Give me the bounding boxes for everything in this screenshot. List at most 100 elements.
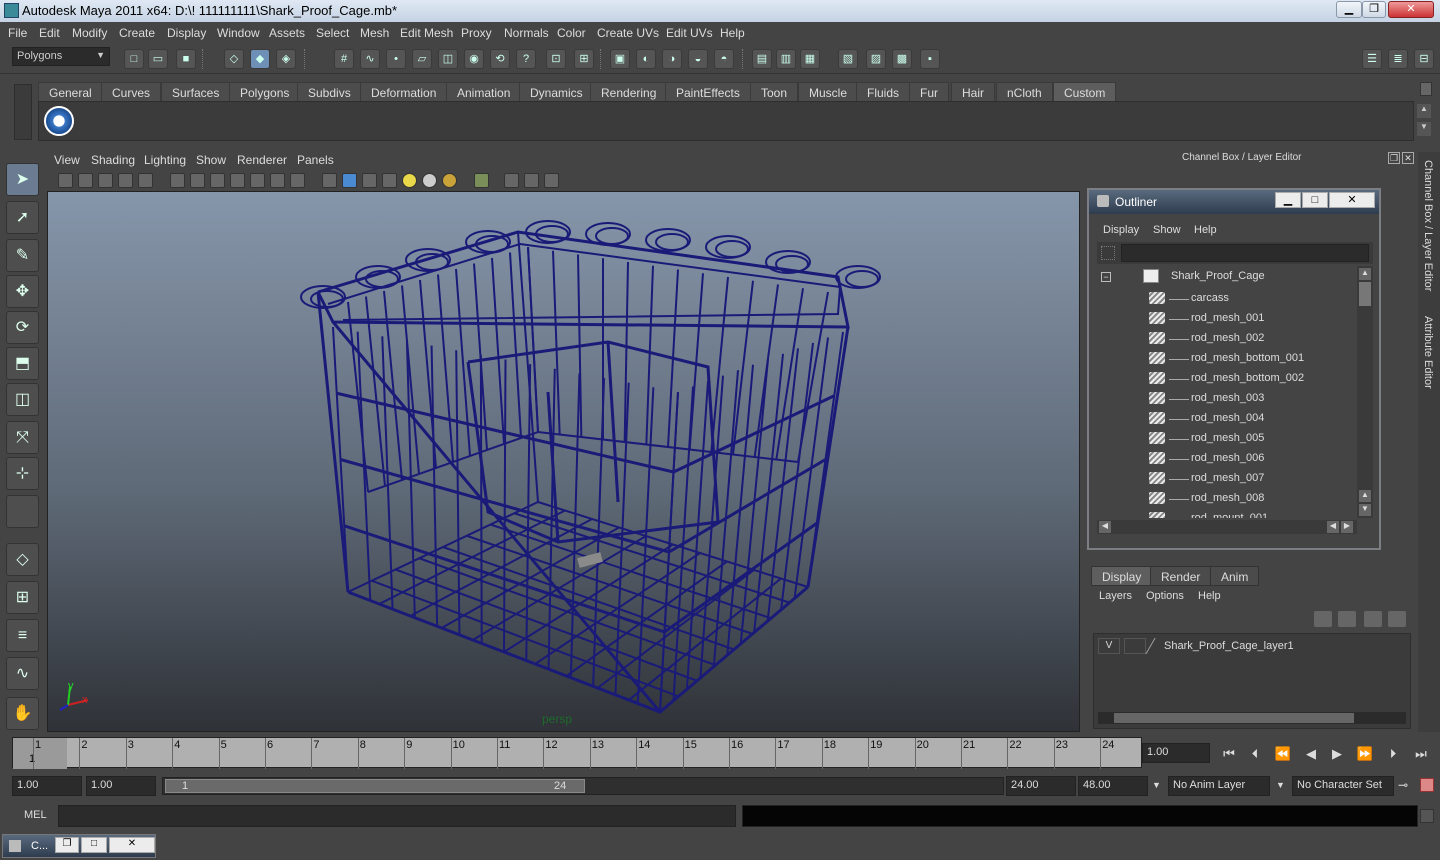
scroll-up-icon[interactable]: ▲ (1359, 268, 1371, 280)
script-editor-icon[interactable] (1420, 809, 1434, 823)
menu-display[interactable]: Display (167, 26, 206, 40)
grease-pencil-icon[interactable] (138, 173, 153, 188)
menu-help[interactable]: Help (720, 26, 745, 40)
scroll-left-icon[interactable]: ◀ (1327, 521, 1339, 533)
check-icon[interactable]: ✓ (44, 106, 74, 136)
make-live-icon[interactable]: ◉ (464, 49, 484, 69)
layout-icon[interactable]: ▥ (776, 49, 796, 69)
shelf-tab-custom[interactable]: Custom (1053, 82, 1117, 102)
shelf-tab-muscle[interactable]: Muscle (798, 82, 859, 102)
menuset-dropdown[interactable]: Polygons ▼ (12, 47, 110, 66)
layer-scroll-thumb[interactable] (1114, 713, 1354, 723)
layer-visibility-toggle[interactable]: V (1098, 638, 1120, 654)
tool-settings-toggle-icon[interactable]: ⊟ (1414, 49, 1434, 69)
restore-button[interactable]: ❐ (1362, 1, 1386, 18)
play-forwards-icon[interactable]: ▶ (1326, 746, 1348, 764)
go-to-start-icon[interactable]: ⏮ (1218, 746, 1240, 764)
safe-title-icon[interactable] (290, 173, 305, 188)
go-to-end-icon[interactable]: ⏭ (1410, 746, 1432, 764)
menu-select[interactable]: Select (316, 26, 349, 40)
channel-box-toggle-icon[interactable]: ☰ (1362, 49, 1382, 69)
input-ops-icon[interactable]: ⊞ (574, 49, 594, 69)
shelf-scroll-up-icon[interactable]: ▲ (1417, 104, 1431, 118)
shelf-scroll-down-icon[interactable]: ▼ (1417, 122, 1431, 136)
snap-grid-icon[interactable]: # (334, 49, 354, 69)
image-plane-icon[interactable] (118, 173, 133, 188)
restore-button[interactable]: ❐ (55, 837, 79, 853)
maximize-button[interactable]: □ (81, 837, 107, 853)
shelf-tab-animation[interactable]: Animation (446, 82, 522, 102)
step-back-frame-icon[interactable]: ⏴ (1244, 746, 1266, 764)
show-manipulator-icon[interactable]: ⊹ (6, 457, 39, 490)
shadows-icon[interactable] (442, 173, 457, 188)
snap-surface-icon[interactable]: ◫ (438, 49, 458, 69)
outliner-item[interactable]: rod_mesh_004 (1097, 410, 1357, 428)
snap-point-icon[interactable]: • (386, 49, 406, 69)
field-chart-icon[interactable] (250, 173, 265, 188)
scroll-down-icon[interactable]: ▼ (1359, 504, 1371, 516)
outliner-item[interactable]: rod_mesh_008 (1097, 490, 1357, 508)
side-tab-attribute-editor[interactable]: Attribute Editor (1422, 316, 1434, 389)
trash-icon[interactable] (1420, 82, 1432, 96)
new-scene-icon[interactable]: □ (124, 49, 144, 69)
panel-menu-lighting[interactable]: Lighting (144, 153, 186, 167)
menu-color[interactable]: Color (557, 26, 586, 40)
layer-menu-help[interactable]: Help (1198, 590, 1221, 602)
shelf-tab-deformation[interactable]: Deformation (360, 82, 448, 102)
menu-normals[interactable]: Normals (504, 26, 549, 40)
resolution-gate-icon[interactable] (210, 173, 225, 188)
panel-menu-renderer[interactable]: Renderer (237, 153, 287, 167)
range-slider-handle[interactable]: 1 24 (165, 779, 585, 793)
history-icon[interactable]: ⟲ (490, 49, 510, 69)
new-layer-selected-icon[interactable] (1388, 611, 1406, 627)
outliner-menu-help[interactable]: Help (1194, 224, 1217, 236)
shelf-tab-fluids[interactable]: Fluids (856, 82, 911, 102)
outliner-item[interactable]: rod_mesh_bottom_002 (1097, 370, 1357, 388)
last-tool-icon[interactable] (6, 495, 39, 528)
all-lights-icon[interactable] (422, 173, 437, 188)
help-question-icon[interactable]: ? (516, 49, 536, 69)
menu-edit-mesh[interactable]: Edit Mesh (400, 26, 453, 40)
shelf-tab-painteffects[interactable]: PaintEffects (665, 82, 751, 102)
playback-start-field[interactable]: 1.00 (86, 776, 156, 796)
outliner-item[interactable]: rod_mesh_001 (1097, 310, 1357, 328)
layer-tab-anim[interactable]: Anim (1210, 566, 1260, 586)
scale-tool-icon[interactable]: ⬒ (6, 347, 39, 380)
filter-icon[interactable] (1101, 246, 1115, 260)
shelf-tab-toon[interactable]: Toon (750, 82, 799, 102)
playback-end-field[interactable]: 24.00 (1006, 776, 1076, 796)
four-view-layout-icon[interactable]: ⊞ (6, 581, 39, 614)
range-slider[interactable]: 1 24 (162, 777, 1004, 795)
lock-icon[interactable]: ⊡ (546, 49, 566, 69)
clapper-icon[interactable]: ▨ (866, 49, 886, 69)
default-light-icon[interactable] (402, 173, 417, 188)
close-panel-icon[interactable]: ✕ (1402, 152, 1414, 164)
hypershade-icon[interactable]: ◒ (688, 49, 708, 69)
select-object-icon[interactable]: ◆ (250, 49, 270, 69)
scroll-right-icon[interactable]: ▶ (1341, 521, 1353, 533)
grid-toggle-icon[interactable] (170, 173, 185, 188)
command-input[interactable] (58, 805, 736, 827)
textured-icon[interactable] (382, 173, 397, 188)
attribute-editor-toggle-icon[interactable]: ≣ (1388, 49, 1408, 69)
menu-window[interactable]: Window (217, 26, 260, 40)
scroll-thumb[interactable] (1359, 282, 1371, 306)
menu-assets[interactable]: Assets (269, 26, 305, 40)
render-globals-icon[interactable]: ▩ (892, 49, 912, 69)
menu-edit-uvs[interactable]: Edit UVs (666, 26, 713, 40)
layer-display-type-toggle[interactable] (1124, 638, 1146, 654)
rotate-tool-icon[interactable]: ⟳ (6, 311, 39, 344)
close-button[interactable]: ✕ (109, 837, 155, 853)
key-icon[interactable]: ⊸ (1398, 778, 1408, 792)
shelf-tab-dynamics[interactable]: Dynamics (519, 82, 594, 102)
shelf-tab-general[interactable]: General (38, 82, 103, 102)
collapse-icon[interactable]: − (1101, 272, 1111, 282)
panel-menu-shading[interactable]: Shading (91, 153, 135, 167)
outliner-item[interactable]: rod_mesh_006 (1097, 450, 1357, 468)
time-slider[interactable]: 1 1 2 3 4 5 6 7 8 9 10 11 12 13 14 15 16 17 18 19 20 21 22 23 2… (12, 737, 1142, 769)
smooth-shading-icon[interactable] (342, 173, 357, 188)
safe-action-icon[interactable] (270, 173, 285, 188)
outliner-item[interactable]: rod_mesh_bottom_001 (1097, 350, 1357, 368)
character-set-dropdown[interactable]: No Character Set (1292, 776, 1394, 796)
outliner-item[interactable]: rod_mesh_007 (1097, 470, 1357, 488)
